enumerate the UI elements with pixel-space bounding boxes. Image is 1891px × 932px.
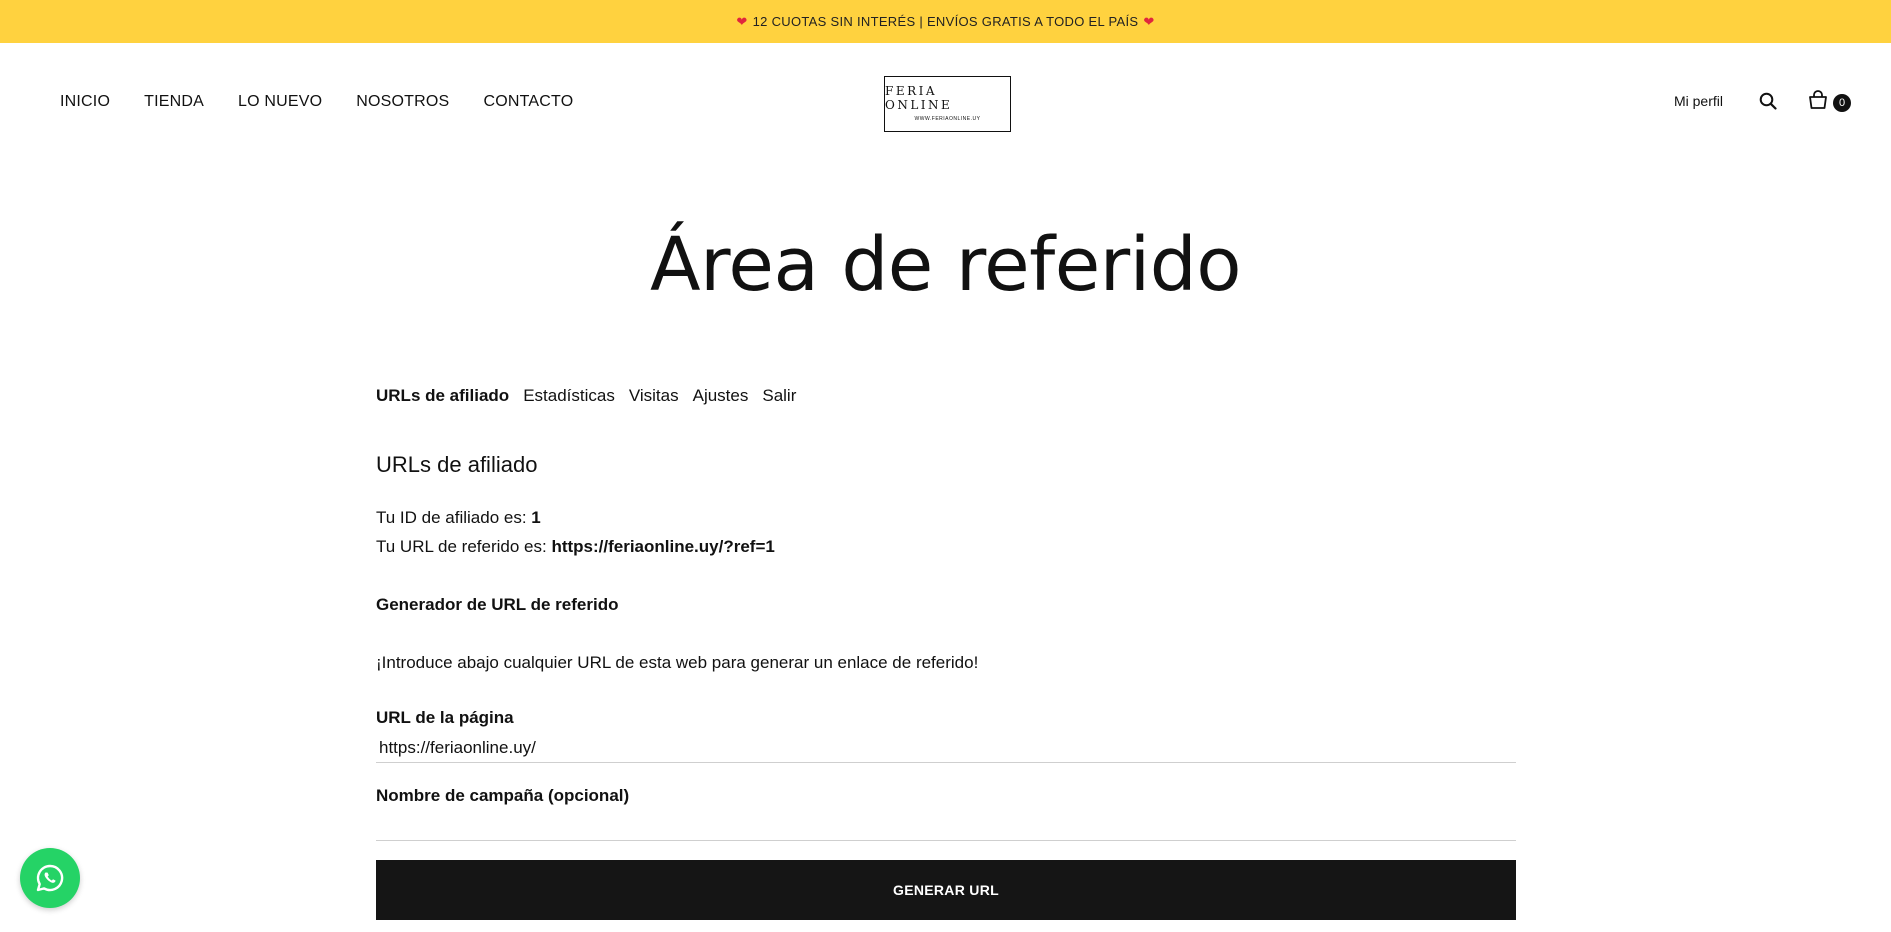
nav-item-contacto[interactable]: CONTACTO <box>483 93 573 111</box>
cart-button[interactable]: 0 <box>1807 89 1851 113</box>
tab-visitas[interactable]: Visitas <box>629 386 679 406</box>
tab-ajustes[interactable]: Ajustes <box>693 386 749 406</box>
heart-icon: ❤ <box>736 13 748 29</box>
page-title: Área de referido <box>650 222 1241 308</box>
referral-url-label: Tu URL de referido es: <box>376 537 552 556</box>
affiliate-id-label: Tu ID de afiliado es: <box>376 508 532 527</box>
generator-intro: ¡Introduce abajo cualquier URL de esta w… <box>376 653 979 672</box>
search-icon[interactable] <box>1757 90 1779 112</box>
tab-estadisticas[interactable]: Estadísticas <box>523 386 615 406</box>
site-header: INICIO TIENDA LO NUEVO NOSOTROS CONTACTO… <box>0 43 1891 163</box>
announcement-bar: ❤ 12 CUOTAS SIN INTERÉS | ENVÍOS GRATIS … <box>0 0 1891 43</box>
nav-item-tienda[interactable]: TIENDA <box>144 93 204 111</box>
nav-item-inicio[interactable]: INICIO <box>60 93 110 111</box>
site-logo[interactable]: FERIA ONLINE WWW.FERIAONLINE.UY <box>884 76 1011 132</box>
logo-subtext: WWW.FERIAONLINE.UY <box>914 116 981 122</box>
referral-url-value: https://feriaonline.uy/?ref=1 <box>551 537 775 556</box>
affiliate-area: URLs de afiliado Estadísticas Visitas Aj… <box>376 386 1516 920</box>
announcement-text: 12 CUOTAS SIN INTERÉS | ENVÍOS GRATIS A … <box>752 14 1139 29</box>
referral-url-line: Tu URL de referido es: https://feriaonli… <box>376 537 775 557</box>
whatsapp-icon <box>36 864 64 892</box>
generate-url-button[interactable]: GENERAR URL <box>376 860 1516 920</box>
tab-salir[interactable]: Salir <box>762 386 796 406</box>
affiliate-tabs: URLs de afiliado Estadísticas Visitas Aj… <box>376 386 1516 406</box>
campaign-name-input[interactable] <box>376 811 1516 841</box>
campaign-name-label: Nombre de campaña (opcional) <box>376 786 630 805</box>
cart-count-badge: 0 <box>1833 94 1851 112</box>
profile-link[interactable]: Mi perfil <box>1674 93 1723 109</box>
tab-urls-de-afiliado[interactable]: URLs de afiliado <box>376 386 509 406</box>
affiliate-id-line: Tu ID de afiliado es: 1 <box>376 508 541 528</box>
section-title: URLs de afiliado <box>376 452 538 477</box>
page-url-label: URL de la página <box>376 708 514 727</box>
nav-item-nosotros[interactable]: NOSOTROS <box>356 93 449 111</box>
cart-icon <box>1809 90 1827 109</box>
logo-text: FERIA ONLINE <box>885 84 953 112</box>
heart-icon: ❤ <box>1143 13 1155 29</box>
header-utilities: Mi perfil 0 <box>1674 89 1851 113</box>
whatsapp-button[interactable] <box>20 848 80 908</box>
main-nav: INICIO TIENDA LO NUEVO NOSOTROS CONTACTO <box>60 93 573 111</box>
generator-title: Generador de URL de referido <box>376 595 619 614</box>
nav-item-lo-nuevo[interactable]: LO NUEVO <box>238 93 322 111</box>
affiliate-id-value: 1 <box>531 508 541 527</box>
page-url-input[interactable] <box>376 733 1516 763</box>
